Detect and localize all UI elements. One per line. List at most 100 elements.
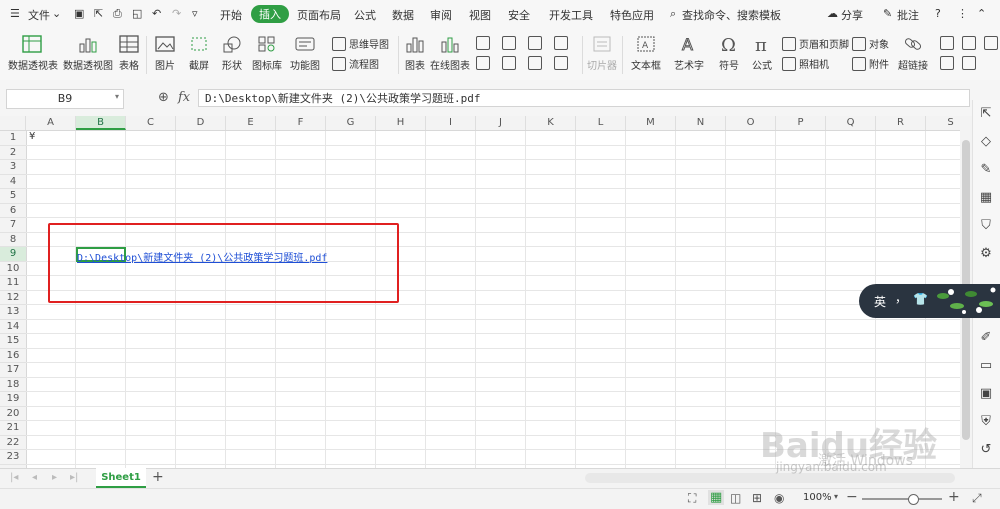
column-chart-dropdown[interactable] bbox=[476, 36, 490, 50]
redo-icon[interactable]: ↷ bbox=[172, 7, 181, 20]
row-header-8[interactable]: 8 bbox=[0, 233, 26, 247]
eye-protection-icon[interactable]: ◉ bbox=[774, 491, 784, 505]
export-icon[interactable]: ⇱ bbox=[94, 7, 103, 20]
row-header-21[interactable]: 21 bbox=[0, 421, 26, 436]
row-header-11[interactable]: 11 bbox=[0, 276, 26, 291]
zoom-search-icon[interactable]: ⊕ bbox=[158, 90, 169, 105]
ribbon-more-1[interactable] bbox=[940, 36, 954, 50]
hyperlink-button[interactable]: 超链接 bbox=[896, 34, 930, 72]
zoom-slider-track[interactable] bbox=[862, 498, 942, 500]
help-icon[interactable]: ? bbox=[935, 7, 941, 20]
page-layout-view-icon[interactable]: ◫ bbox=[730, 491, 741, 505]
camera-button[interactable]: 照相机 bbox=[782, 56, 829, 71]
tab-formula[interactable]: 公式 bbox=[354, 7, 376, 23]
annotate-button[interactable]: 批注 bbox=[897, 7, 919, 23]
tab-insert[interactable]: 插入 bbox=[251, 5, 289, 23]
row-header-2[interactable]: 2 bbox=[0, 146, 26, 160]
tab-view[interactable]: 视图 bbox=[469, 7, 491, 23]
column-header-r[interactable]: R bbox=[876, 116, 926, 130]
next-sheet-icon[interactable]: ▸ bbox=[52, 472, 57, 483]
scatter-chart-dropdown[interactable] bbox=[554, 56, 568, 70]
row-header-9[interactable]: 9 bbox=[0, 247, 26, 262]
chevron-down-icon[interactable]: ⌄ bbox=[52, 7, 61, 20]
tab-home[interactable]: 开始 bbox=[220, 7, 242, 23]
zoom-dropdown-icon[interactable]: ▾ bbox=[834, 492, 838, 501]
line-chart-dropdown[interactable] bbox=[528, 36, 542, 50]
formula-input[interactable]: D:\Desktop\新建文件夹 (2)\公共政策学习题班.pdf bbox=[198, 89, 970, 107]
select-all-corner[interactable] bbox=[0, 116, 26, 130]
horizontal-scrollbar[interactable] bbox=[585, 473, 955, 483]
column-header-g[interactable]: G bbox=[326, 116, 376, 130]
fx-icon[interactable]: fx bbox=[178, 90, 190, 105]
screenshot-button[interactable]: 截屏 bbox=[184, 34, 214, 72]
history-icon[interactable]: ↺ bbox=[978, 442, 994, 458]
stat-chart-dropdown[interactable] bbox=[502, 56, 516, 70]
name-box[interactable]: B9 bbox=[6, 89, 124, 109]
header-footer-button[interactable]: 页眉和页脚 bbox=[782, 36, 849, 51]
textbox-button[interactable]: A 文本框 bbox=[627, 34, 665, 72]
tab-data[interactable]: 数据 bbox=[392, 7, 414, 23]
attachment-button[interactable]: 附件 bbox=[852, 56, 889, 71]
tab-special[interactable]: 特色应用 bbox=[610, 7, 654, 23]
column-header-l[interactable]: L bbox=[576, 116, 626, 130]
pivot-chart-button[interactable]: 数据透视图 bbox=[62, 34, 114, 72]
tab-review[interactable]: 审阅 bbox=[430, 7, 452, 23]
column-header-n[interactable]: N bbox=[676, 116, 726, 130]
ime-widget[interactable]: 英 ， 👕 bbox=[859, 284, 1000, 318]
last-sheet-icon[interactable]: ▸| bbox=[70, 472, 78, 483]
row-header-17[interactable]: 17 bbox=[0, 363, 26, 378]
first-sheet-icon[interactable]: |◂ bbox=[10, 472, 18, 483]
row-header-1[interactable]: 1 bbox=[0, 131, 26, 146]
symbol-button[interactable]: Ω 符号 bbox=[714, 34, 744, 72]
row-header-22[interactable]: 22 bbox=[0, 436, 26, 450]
flowchart-button[interactable]: 流程图 bbox=[332, 56, 379, 71]
collapse-ribbon-icon[interactable]: ⌃ bbox=[977, 7, 986, 20]
column-header-s[interactable]: S bbox=[926, 116, 960, 130]
cloud-icon[interactable]: ☁ bbox=[827, 7, 838, 20]
ribbon-more-2[interactable] bbox=[962, 36, 976, 50]
ime-shirt-icon[interactable]: 👕 bbox=[913, 292, 928, 306]
column-header-e[interactable]: E bbox=[226, 116, 276, 130]
icon-library-button[interactable]: 图标库 bbox=[251, 34, 283, 72]
normal-view-icon[interactable]: ▦ bbox=[708, 490, 725, 505]
row-header-3[interactable]: 3 bbox=[0, 160, 26, 175]
pivot-table-button[interactable]: 数据透视表 bbox=[8, 34, 58, 72]
fit-window-icon[interactable]: ⤢ bbox=[972, 491, 982, 506]
settings-icon[interactable]: ⚙ bbox=[978, 246, 994, 262]
row-header-20[interactable]: 20 bbox=[0, 407, 26, 421]
cursor-icon[interactable]: ⇱ bbox=[978, 106, 994, 122]
ribbon-more-5[interactable] bbox=[962, 56, 976, 70]
row-header-12[interactable]: 12 bbox=[0, 291, 26, 305]
hyperlink-cell[interactable]: D:\Desktop\新建文件夹 (2)\公共政策学习题班.pdf bbox=[77, 249, 327, 264]
annotate-icon[interactable]: ✎ bbox=[883, 7, 892, 20]
zoom-level[interactable]: 100% bbox=[803, 492, 832, 503]
row-header-18[interactable]: 18 bbox=[0, 378, 26, 392]
row-header-14[interactable]: 14 bbox=[0, 320, 26, 334]
ribbon-more-4[interactable] bbox=[940, 56, 954, 70]
archive-icon[interactable]: ▭ bbox=[978, 358, 994, 374]
column-header-a[interactable]: A bbox=[26, 116, 76, 130]
preview-icon[interactable]: ◱ bbox=[132, 7, 142, 20]
chart-button[interactable]: 图表 bbox=[402, 34, 428, 72]
filter-icon[interactable]: ⛉ bbox=[978, 218, 994, 234]
name-box-dropdown-icon[interactable]: ▾ bbox=[115, 92, 119, 101]
zoom-in-button[interactable]: + bbox=[948, 489, 960, 505]
ime-punctuation[interactable]: ， bbox=[895, 289, 907, 306]
share-button[interactable]: 分享 bbox=[841, 7, 863, 23]
shapes-icon[interactable]: ◇ bbox=[978, 134, 994, 150]
row-header-13[interactable]: 13 bbox=[0, 305, 26, 320]
pen-icon[interactable]: ✎ bbox=[978, 162, 994, 178]
equation-button[interactable]: π 公式 bbox=[748, 34, 776, 72]
slicer-button[interactable]: 切片器 bbox=[586, 34, 618, 72]
row-header-4[interactable]: 4 bbox=[0, 175, 26, 189]
row-header-6[interactable]: 6 bbox=[0, 204, 26, 218]
row-header-5[interactable]: 5 bbox=[0, 189, 26, 204]
page-break-view-icon[interactable]: ⊞ bbox=[752, 491, 762, 505]
sheet-tab-sheet1[interactable]: Sheet1 bbox=[96, 468, 146, 488]
row-header-7[interactable]: 7 bbox=[0, 218, 26, 233]
picture-button[interactable]: 图片 bbox=[150, 34, 180, 72]
undo-icon[interactable]: ↶ bbox=[152, 7, 161, 20]
quick-access-chevron-icon[interactable]: ▿ bbox=[192, 7, 198, 20]
object-button[interactable]: 对象 bbox=[852, 36, 889, 51]
column-header-h[interactable]: H bbox=[376, 116, 426, 130]
